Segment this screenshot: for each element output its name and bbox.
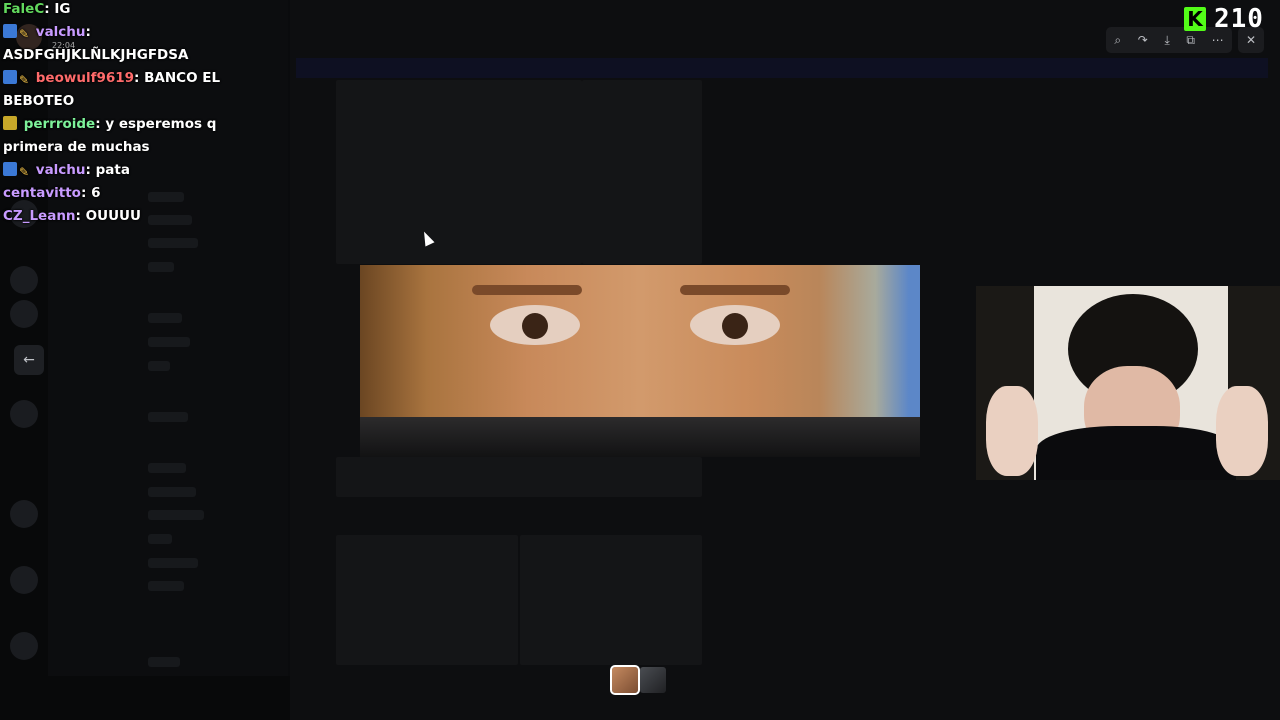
streamer-webcam [976,286,1280,480]
photo-detail [472,285,582,295]
chat-message: CZ_Leann: OUUUU [3,208,141,224]
follower-count: 210 [1214,4,1264,34]
crown-icon [3,116,17,130]
chat-username: perrroide [23,116,96,132]
user-panel [0,676,290,720]
thumbnail[interactable] [640,667,666,693]
zoom-icon[interactable]: ⌕ [1114,33,1121,48]
chat-message: FaleC: IG [3,1,71,17]
badge-icon [3,162,17,176]
download-icon[interactable]: ⤓ [1164,33,1169,48]
chat-message: perrroide: y esperemos q primera de much… [3,116,217,155]
chat-text: IG [54,1,71,17]
thumbnail-strip [610,665,666,695]
chat-text: ASDFGHJKLÑLKJHGFDSA [3,47,189,63]
pencil-icon: ✎ [19,165,30,179]
photo-detail [360,417,920,457]
open-external-icon[interactable]: ⧉ [1186,33,1195,48]
more-icon[interactable]: ⋯ [1212,33,1224,47]
chat-username: centavitto [3,185,81,201]
chat-username: CZ_Leann [3,208,76,224]
badge-icon [3,70,17,84]
chat-text: 6 [91,185,101,201]
photo-detail [690,305,780,345]
photo-detail [490,305,580,345]
chat-message: ✎ valchu: ASDFGHJKLÑLKJHGFDSA [3,24,189,63]
dimmed-image [582,80,702,264]
chat-message: ✎ beowulf9619: BANCO EL BEBOTEO [3,70,221,109]
chat-message: ✎ valchu: pata [3,159,273,182]
chat-username: beowulf9619 [35,70,135,86]
kick-logo-icon: K [1184,7,1206,31]
photo-detail [680,285,790,295]
stream-chat-overlay: FaleC: IG ✎ valchu: ASDFGHJKLÑLKJHGFDSA … [3,0,273,228]
chat-username: valchu [35,24,86,40]
dimmed-image [336,535,518,665]
dimmed-image [336,80,582,264]
chat-username: FaleC [3,1,45,17]
dimmed-image [520,535,702,665]
chat-text: pata [95,162,130,178]
rotate-icon[interactable]: ↷ [1138,33,1148,47]
follower-counter: K 210 [1184,4,1264,34]
chat-username: valchu [35,162,86,178]
enlarged-image[interactable] [360,265,920,457]
dimmed-banner [296,58,1268,78]
chat-text: OUUUU [85,208,141,224]
dimmed-image [336,457,702,497]
chat-message: centavitto: 6 [3,185,101,201]
pencil-icon: ✎ [19,27,30,41]
pencil-icon: ✎ [19,73,30,87]
arrow-left-icon[interactable]: ← [14,345,44,375]
badge-icon [3,24,17,38]
thumbnail-selected[interactable] [610,665,640,695]
